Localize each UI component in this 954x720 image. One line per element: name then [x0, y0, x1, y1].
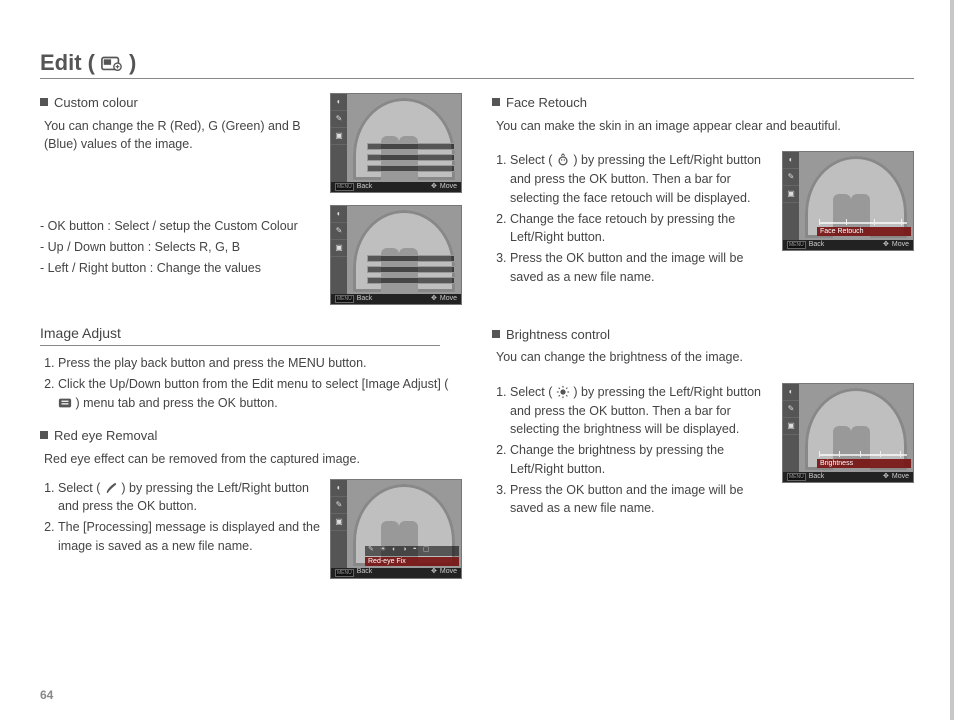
redeye-screenshot: ◐✎▣ ✎☀◐◑◓▢ Red-eye Fix MENUBack ✥Move	[330, 479, 462, 579]
bottom-move: Move	[892, 240, 909, 251]
brightness-steps: Select ( ) by pressing the Le	[492, 383, 772, 518]
menu-chip: MENU	[335, 569, 354, 577]
face-retouch-icon	[556, 153, 570, 167]
redeye-step-1: Select ( ) by pressing the Left/Right bu…	[58, 479, 320, 517]
title-text-1: Edit (	[40, 50, 95, 76]
page-edge	[950, 0, 954, 720]
image-adjust-step-2: Click the Up/Down button from the Edit m…	[58, 375, 462, 413]
bottom-move: Move	[440, 567, 457, 578]
updown-button-desc: - Up / Down button : Selects R, G, B	[40, 238, 320, 257]
image-adjust-heading: Image Adjust	[40, 323, 440, 346]
title-text-2: )	[129, 50, 136, 76]
redeye-label: Red-eye Fix	[365, 557, 459, 566]
face-retouch-steps: Select ( ) by pressing the Left/Right bu…	[492, 151, 772, 286]
brightness-label: Brightness	[817, 459, 911, 468]
brightness-step-2: Change the brightness by pressing the Le…	[510, 441, 772, 479]
brightness-step-3: Press the OK button and the image will b…	[510, 481, 772, 519]
leftright-button-desc: - Left / Right button : Change the value…	[40, 259, 320, 278]
bottom-back: Back	[809, 472, 825, 483]
custom-colour-screenshot-1: ◐✎▣ MENUBack ✥Move	[330, 93, 462, 193]
face-retouch-step-3: Press the OK button and the image will b…	[510, 249, 772, 287]
bottom-back: Back	[357, 182, 373, 193]
custom-colour-screenshot-2: ◐✎▣ MENUBack ✥Move	[330, 205, 462, 305]
bullet-icon	[40, 98, 48, 106]
menu-chip: MENU	[335, 183, 354, 191]
image-adjust-step-1: Press the play back button and press the…	[58, 354, 462, 373]
brightness-title: Brightness control	[506, 325, 610, 345]
image-adjust-steps: Press the play back button and press the…	[40, 354, 462, 412]
page-number: 64	[40, 688, 53, 702]
bottom-move: Move	[440, 294, 457, 305]
bullet-icon	[492, 330, 500, 338]
face-retouch-title: Face Retouch	[506, 93, 587, 113]
bullet-icon	[492, 98, 500, 106]
menu-chip: MENU	[335, 295, 354, 303]
brightness-step-1: Select ( ) by pressing the Le	[510, 383, 772, 439]
face-retouch-screenshot: ◐✎▣ Face Retouch MEN	[782, 151, 914, 251]
adjust-tab-icon	[58, 396, 72, 410]
brightness-icon	[556, 385, 570, 399]
menu-chip: MENU	[787, 473, 806, 481]
brush-icon	[104, 481, 118, 495]
bottom-back: Back	[357, 294, 373, 305]
face-retouch-desc: You can make the skin in an image appear…	[492, 117, 914, 136]
redeye-desc: Red eye effect can be removed from the c…	[40, 450, 462, 469]
face-retouch-step-1: Select ( ) by pressing the Left/Right bu…	[510, 151, 772, 207]
bullet-icon	[40, 431, 48, 439]
redeye-steps: Select ( ) by pressing the Left/Right bu…	[40, 479, 320, 556]
menu-chip: MENU	[787, 241, 806, 249]
face-retouch-step-2: Change the face retouch by pressing the …	[510, 210, 772, 248]
face-retouch-label: Face Retouch	[817, 227, 911, 236]
custom-colour-desc: You can change the R (Red), G (Green) an…	[40, 117, 320, 155]
redeye-step-2: The [Processing] message is displayed an…	[58, 518, 320, 556]
bottom-move: Move	[440, 182, 457, 193]
brightness-desc: You can change the brightness of the ima…	[492, 348, 914, 367]
left-column: Custom colour You can change the R (Red)…	[40, 93, 462, 591]
page-title: Edit ( )	[40, 50, 914, 79]
brightness-screenshot: ◐✎▣ Brightness	[782, 383, 914, 483]
right-column: Face Retouch You can make the skin in an…	[492, 93, 914, 591]
bottom-back: Back	[357, 567, 373, 578]
bottom-back: Back	[809, 240, 825, 251]
ok-button-desc: - OK button : Select / setup the Custom …	[40, 217, 320, 236]
bottom-move: Move	[892, 472, 909, 483]
edit-icon	[101, 54, 123, 72]
custom-colour-title: Custom colour	[54, 93, 138, 113]
redeye-title: Red eye Removal	[54, 426, 157, 446]
